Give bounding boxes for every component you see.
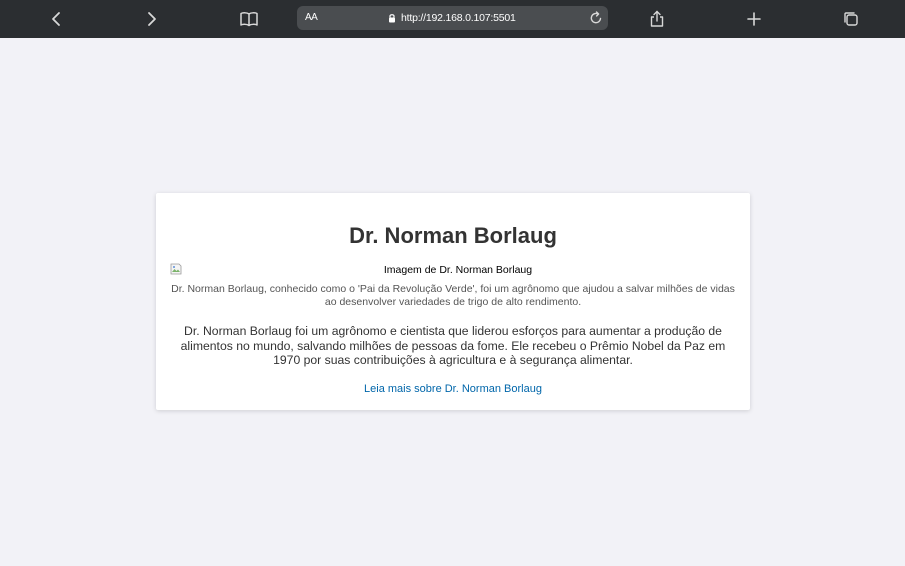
image-caption: Dr. Norman Borlaug, conhecido como o 'Pa… [171,283,735,308]
body-paragraph: Dr. Norman Borlaug foi um agrônomo e cie… [180,324,726,367]
share-icon [650,10,664,27]
read-more-link[interactable]: Leia mais sobre Dr. Norman Borlaug [156,383,750,395]
share-button[interactable] [644,6,670,32]
bookmarks-button[interactable] [236,6,262,32]
chevron-right-icon [148,12,156,26]
page-content: Dr. Norman Borlaug Imagem de Dr. Norman … [0,38,905,566]
new-tab-button[interactable] [741,6,767,32]
plus-icon [747,12,761,26]
chevron-left-icon [52,12,60,26]
back-button[interactable] [43,6,69,32]
page-title: Dr. Norman Borlaug [349,223,557,248]
image-alt-text: Imagem de Dr. Norman Borlaug [383,264,533,276]
profile-card: Dr. Norman Borlaug Imagem de Dr. Norman … [156,193,750,410]
tabs-button[interactable] [838,6,864,32]
tabs-icon [844,12,858,26]
book-icon [240,12,258,27]
reload-icon[interactable] [588,10,604,26]
url-text[interactable]: http://192.168.0.107:5501 [401,12,516,24]
forward-button[interactable] [139,6,165,32]
reader-mode-button[interactable]: AA [305,12,318,23]
browser-toolbar: AA http://192.168.0.107:5501 [0,0,905,38]
portrait-image: Imagem de Dr. Norman Borlaug [170,263,736,277]
address-bar[interactable]: AA http://192.168.0.107:5501 [297,6,608,30]
lock-icon [389,14,395,23]
